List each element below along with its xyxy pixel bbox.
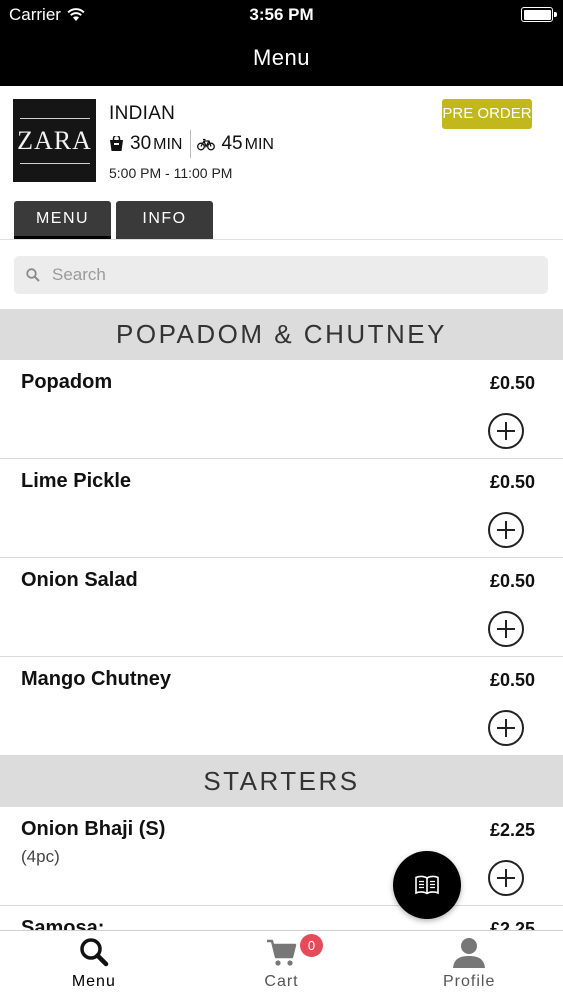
order-times: 30 MIN 45 MIN [109, 130, 274, 158]
tabbar-item-cart[interactable]: Cart [188, 931, 376, 1000]
battery-icon [521, 7, 557, 22]
cuisine-label: INDIAN [109, 103, 176, 124]
divider [190, 130, 192, 158]
add-to-cart-button[interactable] [488, 512, 524, 548]
tabbar-label-profile: Profile [443, 973, 496, 990]
add-to-cart-button[interactable] [488, 860, 524, 896]
add-to-cart-button[interactable] [488, 710, 524, 746]
search-icon [26, 268, 40, 282]
collection-time: 30 MIN [109, 133, 182, 155]
search-input[interactable] [52, 265, 492, 285]
collection-unit: MIN [153, 136, 183, 153]
category-header: STARTERS [0, 756, 563, 807]
tab-menu[interactable]: MENU [14, 201, 111, 239]
search-icon [80, 938, 109, 967]
item-price: £0.50 [489, 472, 535, 492]
item-description: (4pc) [21, 847, 60, 866]
menu-book-button[interactable] [393, 851, 461, 919]
tabbar-item-profile[interactable]: Profile [375, 931, 563, 1000]
cart-count-badge: 0 [300, 934, 323, 957]
search-bar[interactable] [14, 256, 548, 294]
opening-hours: 5:00 PM - 11:00 PM [109, 165, 233, 181]
delivery-minutes: 45 [221, 133, 243, 154]
status-time: 3:56 PM [249, 5, 314, 24]
bottom-tab-bar: Menu Cart Profile [0, 930, 563, 1000]
divider [0, 239, 563, 240]
add-to-cart-button[interactable] [488, 413, 524, 449]
logo-text: ZARA [17, 125, 92, 155]
item-name: Onion Salad [21, 569, 138, 591]
bicycle-icon [197, 138, 216, 151]
menu-item[interactable]: Popadom £0.50 [0, 360, 563, 459]
item-name: Onion Bhaji (S) [21, 818, 166, 840]
pre-order-button[interactable]: PRE ORDER [442, 99, 532, 129]
restaurant-logo: ZARA [13, 99, 96, 182]
menu-item[interactable]: Lime Pickle £0.50 [0, 459, 563, 558]
tabbar-item-menu[interactable]: Menu [0, 931, 188, 1000]
item-price: £2.25 [489, 820, 535, 840]
tabbar-label-menu: Menu [71, 973, 116, 990]
add-to-cart-button[interactable] [488, 611, 524, 647]
person-icon [453, 938, 486, 968]
delivery-unit: MIN [244, 136, 274, 153]
book-icon [415, 875, 439, 895]
bag-icon [110, 136, 123, 151]
tabbar-label-cart: Cart [264, 973, 299, 990]
category-header: POPADOM & CHUTNEY [0, 309, 563, 360]
restaurant-tabs: MENU INFO [14, 201, 213, 239]
status-bar: Carrier 3:56 PM [0, 0, 563, 30]
delivery-time: 45 MIN [197, 133, 274, 155]
item-name: Mango Chutney [21, 668, 171, 690]
menu-list: POPADOM & CHUTNEY Popadom £0.50 Lime Pic… [0, 309, 563, 1000]
menu-item[interactable]: Onion Salad £0.50 [0, 558, 563, 657]
cart-icon [266, 939, 296, 966]
tab-info[interactable]: INFO [116, 201, 213, 239]
item-name: Popadom [21, 371, 113, 393]
item-price: £0.50 [489, 373, 535, 393]
item-name: Lime Pickle [21, 470, 132, 492]
item-price: £0.50 [489, 670, 535, 690]
menu-item[interactable]: Mango Chutney £0.50 [0, 657, 563, 756]
restaurant-header: ZARA INDIAN 30 MIN 45 MIN 5:00 PM - 11:00 … [0, 86, 563, 240]
item-price: £0.50 [489, 571, 535, 591]
page-title: Menu [0, 30, 563, 86]
menu-item[interactable]: Onion Bhaji (S) (4pc) £2.25 [0, 807, 563, 906]
collection-minutes: 30 [130, 133, 152, 154]
